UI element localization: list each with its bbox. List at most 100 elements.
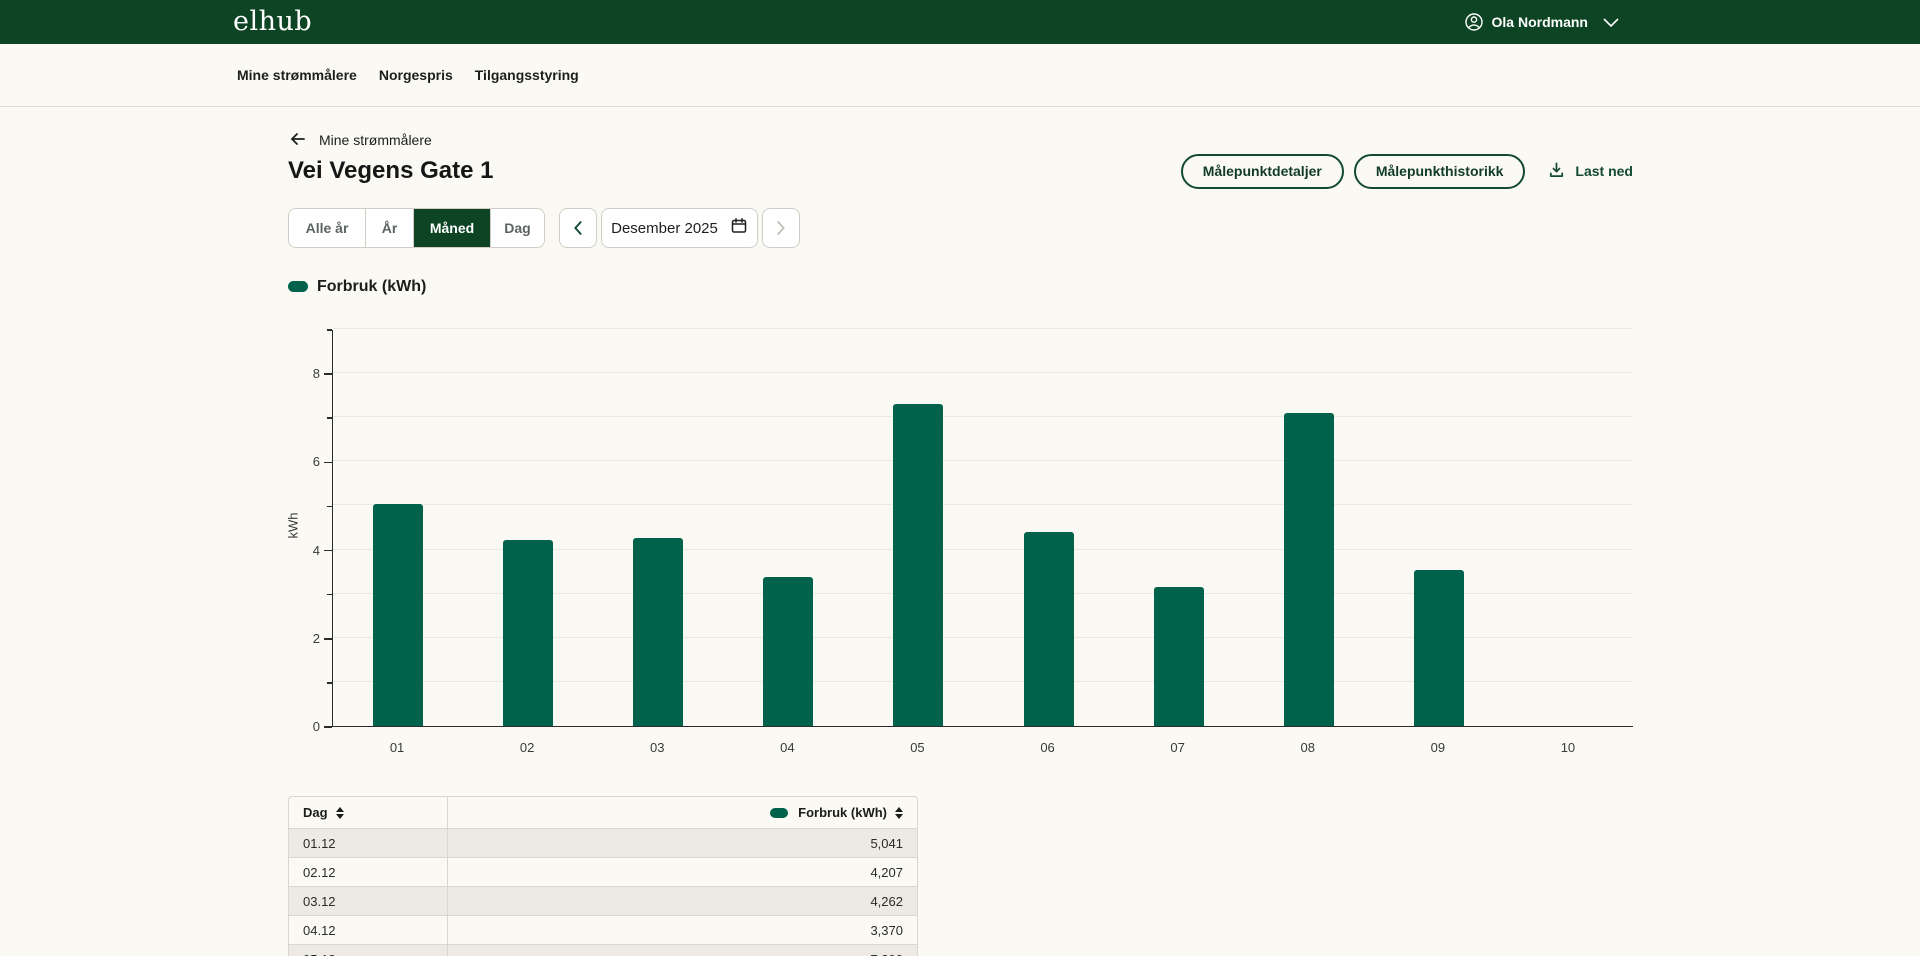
tab-dag[interactable]: Dag: [491, 209, 544, 247]
table-row: 05.127,290: [289, 945, 917, 956]
page-actions: Målepunktdetaljer Målepunkthistorikk Las…: [1181, 154, 1633, 189]
chart-bar[interactable]: [1414, 570, 1464, 726]
consumption-table: Dag Forbruk (kWh) 01.125,04102.124,20703…: [288, 796, 918, 956]
x-tick-label: 02: [507, 740, 547, 755]
y-axis-tick: [324, 462, 332, 464]
period-value: Desember 2025: [611, 220, 718, 237]
y-axis-tick: [327, 682, 332, 684]
cell-dag: 02.12: [289, 858, 448, 886]
cell-forbruk: 4,262: [448, 887, 917, 915]
cell-dag: 04.12: [289, 916, 448, 944]
gridline: [333, 416, 1633, 417]
y-tick-label: 6: [288, 454, 320, 470]
granularity-tabs: Alle år År Måned Dag: [288, 208, 545, 248]
table-row: 02.124,207: [289, 858, 917, 887]
y-axis-tick: [327, 594, 332, 596]
sort-icon[interactable]: [895, 807, 903, 819]
chevron-down-icon: [1602, 17, 1620, 28]
user-menu[interactable]: Ola Nordmann: [1464, 0, 1620, 44]
page-title: Vei Vegens Gate 1: [288, 157, 493, 185]
nav-item-norgespris[interactable]: Norgespris: [379, 67, 453, 83]
cell-dag: 03.12: [289, 887, 448, 915]
chart-bar[interactable]: [503, 540, 553, 726]
chart-bar[interactable]: [893, 404, 943, 726]
chevron-left-icon: [572, 220, 584, 236]
period-picker[interactable]: Desember 2025: [601, 208, 758, 248]
breadcrumb-label[interactable]: Mine strømmålere: [319, 132, 432, 148]
x-tick-label: 08: [1288, 740, 1328, 755]
y-axis-tick: [324, 373, 332, 375]
series-swatch-icon: [770, 808, 788, 818]
cell-forbruk: 3,370: [448, 916, 917, 944]
x-tick-label: 07: [1158, 740, 1198, 755]
chart-bar[interactable]: [1154, 587, 1204, 726]
y-tick-label: 2: [288, 631, 320, 647]
cell-forbruk: 7,290: [448, 945, 917, 956]
nav-item-tilgangsstyring[interactable]: Tilgangsstyring: [475, 67, 579, 83]
chevron-right-icon: [775, 220, 787, 236]
x-tick-label: 04: [767, 740, 807, 755]
table-header: Dag Forbruk (kWh): [289, 797, 917, 829]
main-nav: Mine strømmålere Norgespris Tilgangsstyr…: [0, 44, 1920, 107]
legend-swatch-icon: [288, 281, 308, 292]
y-axis-tick: [327, 506, 332, 508]
malepunktdetaljer-button[interactable]: Målepunktdetaljer: [1181, 154, 1344, 189]
x-tick-label: 09: [1418, 740, 1458, 755]
chart: kWh 0246801020304050607080910: [288, 330, 1633, 770]
gridline: [333, 460, 1633, 461]
chart-bar[interactable]: [763, 577, 813, 726]
cell-dag: 05.12: [289, 945, 448, 956]
column-header-dag: Dag: [289, 797, 448, 828]
tab-ar[interactable]: År: [366, 209, 414, 247]
table-row: 03.124,262: [289, 887, 917, 916]
cell-forbruk: 4,207: [448, 858, 917, 886]
y-axis-label: kWh: [286, 513, 301, 539]
period-navigator: Desember 2025: [559, 208, 800, 248]
gridline: [333, 328, 1633, 329]
period-filter-row: Alle år År Måned Dag Desember 2025: [288, 208, 1633, 248]
table-row: 01.125,041: [289, 829, 917, 858]
y-axis-tick: [324, 550, 332, 552]
title-row: Vei Vegens Gate 1 Målepunktdetaljer Måle…: [288, 153, 1633, 189]
chart-legend: Forbruk (kWh): [288, 278, 1633, 295]
table-body: 01.125,04102.124,20703.124,26204.123,370…: [289, 829, 917, 956]
y-tick-label: 0: [288, 719, 320, 735]
page-content: Mine strømmålere Vei Vegens Gate 1 Målep…: [288, 131, 1633, 956]
chart-bar[interactable]: [1024, 532, 1074, 726]
user-name: Ola Nordmann: [1492, 14, 1588, 30]
chart-bar[interactable]: [373, 504, 423, 726]
chart-bar[interactable]: [1284, 413, 1334, 726]
malepunkthistorikk-button[interactable]: Målepunkthistorikk: [1354, 154, 1526, 189]
sort-icon[interactable]: [336, 807, 344, 819]
column-header-forbruk-label: Forbruk (kWh): [798, 805, 887, 820]
chart-plot: [332, 330, 1633, 727]
top-bar: elhub Ola Nordmann: [0, 0, 1920, 44]
tab-alle-ar[interactable]: Alle år: [289, 209, 366, 247]
elhub-logo: elhub: [233, 6, 312, 37]
tab-maned[interactable]: Måned: [414, 209, 491, 247]
x-tick-label: 05: [897, 740, 937, 755]
x-tick-label: 01: [377, 740, 417, 755]
column-header-dag-label: Dag: [303, 805, 328, 820]
y-axis-tick: [327, 417, 332, 419]
previous-period-button[interactable]: [559, 208, 597, 248]
gridline: [333, 504, 1633, 505]
nav-item-mine-strommalere[interactable]: Mine strømmålere: [237, 67, 357, 83]
cell-forbruk: 5,041: [448, 829, 917, 857]
gridline: [333, 372, 1633, 373]
y-axis-tick: [327, 329, 332, 331]
download-button[interactable]: Last ned: [1547, 160, 1633, 182]
x-tick-label: 10: [1548, 740, 1588, 755]
download-icon: [1547, 160, 1566, 182]
next-period-button[interactable]: [762, 208, 800, 248]
y-axis-tick: [324, 638, 332, 640]
chart-bar[interactable]: [633, 538, 683, 726]
y-tick-label: 4: [288, 543, 320, 559]
x-tick-label: 06: [1028, 740, 1068, 755]
breadcrumb[interactable]: Mine strømmålere: [288, 131, 1633, 149]
back-arrow-icon[interactable]: [288, 129, 308, 152]
legend-label: Forbruk (kWh): [317, 278, 426, 296]
x-tick-label: 03: [637, 740, 677, 755]
download-label: Last ned: [1575, 163, 1633, 179]
y-tick-label: 8: [288, 366, 320, 382]
